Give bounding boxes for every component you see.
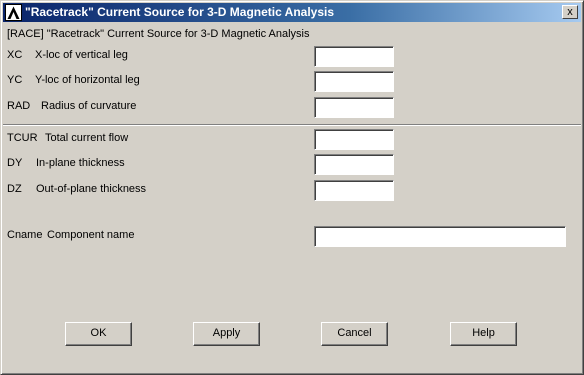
dialog-header: [RACE] "Racetrack" Current Source for 3-… xyxy=(7,28,310,40)
xc-input[interactable] xyxy=(314,46,394,67)
yc-code: YC xyxy=(7,74,23,86)
dy-code: DY xyxy=(7,157,23,169)
rad-code: RAD xyxy=(7,100,31,112)
ok-button[interactable]: OK xyxy=(65,322,132,346)
rad-input[interactable] xyxy=(314,97,394,118)
tcur-input[interactable] xyxy=(314,129,394,150)
dz-code: DZ xyxy=(7,183,22,195)
cancel-button[interactable]: Cancel xyxy=(321,322,388,346)
tcur-label: Total current flow xyxy=(45,132,129,144)
close-button[interactable]: x xyxy=(562,5,578,19)
yc-label: Y-loc of horizontal leg xyxy=(35,74,140,86)
rad-label: Radius of curvature xyxy=(41,100,137,112)
cname-label: Component name xyxy=(47,229,135,241)
dz-input[interactable] xyxy=(314,180,394,201)
close-icon: x xyxy=(567,6,573,18)
window-title: "Racetrack" Current Source for 3-D Magne… xyxy=(25,5,335,19)
apply-button[interactable]: Apply xyxy=(193,322,260,346)
cname-code: Cname xyxy=(7,229,43,241)
dy-label: In-plane thickness xyxy=(36,157,125,169)
dy-input[interactable] xyxy=(314,154,394,175)
xc-code: XC xyxy=(7,49,23,61)
yc-input[interactable] xyxy=(314,71,394,92)
xc-label: X-loc of vertical leg xyxy=(35,49,128,61)
tcur-code: TCUR xyxy=(7,132,38,144)
help-button[interactable]: Help xyxy=(450,322,517,346)
dialog-window: "Racetrack" Current Source for 3-D Magne… xyxy=(0,0,584,375)
dz-label: Out-of-plane thickness xyxy=(36,183,147,195)
section-divider xyxy=(3,124,581,126)
ansys-logo-icon[interactable] xyxy=(5,4,22,21)
cname-input[interactable] xyxy=(314,226,566,247)
title-bar[interactable]: "Racetrack" Current Source for 3-D Magne… xyxy=(3,3,581,22)
